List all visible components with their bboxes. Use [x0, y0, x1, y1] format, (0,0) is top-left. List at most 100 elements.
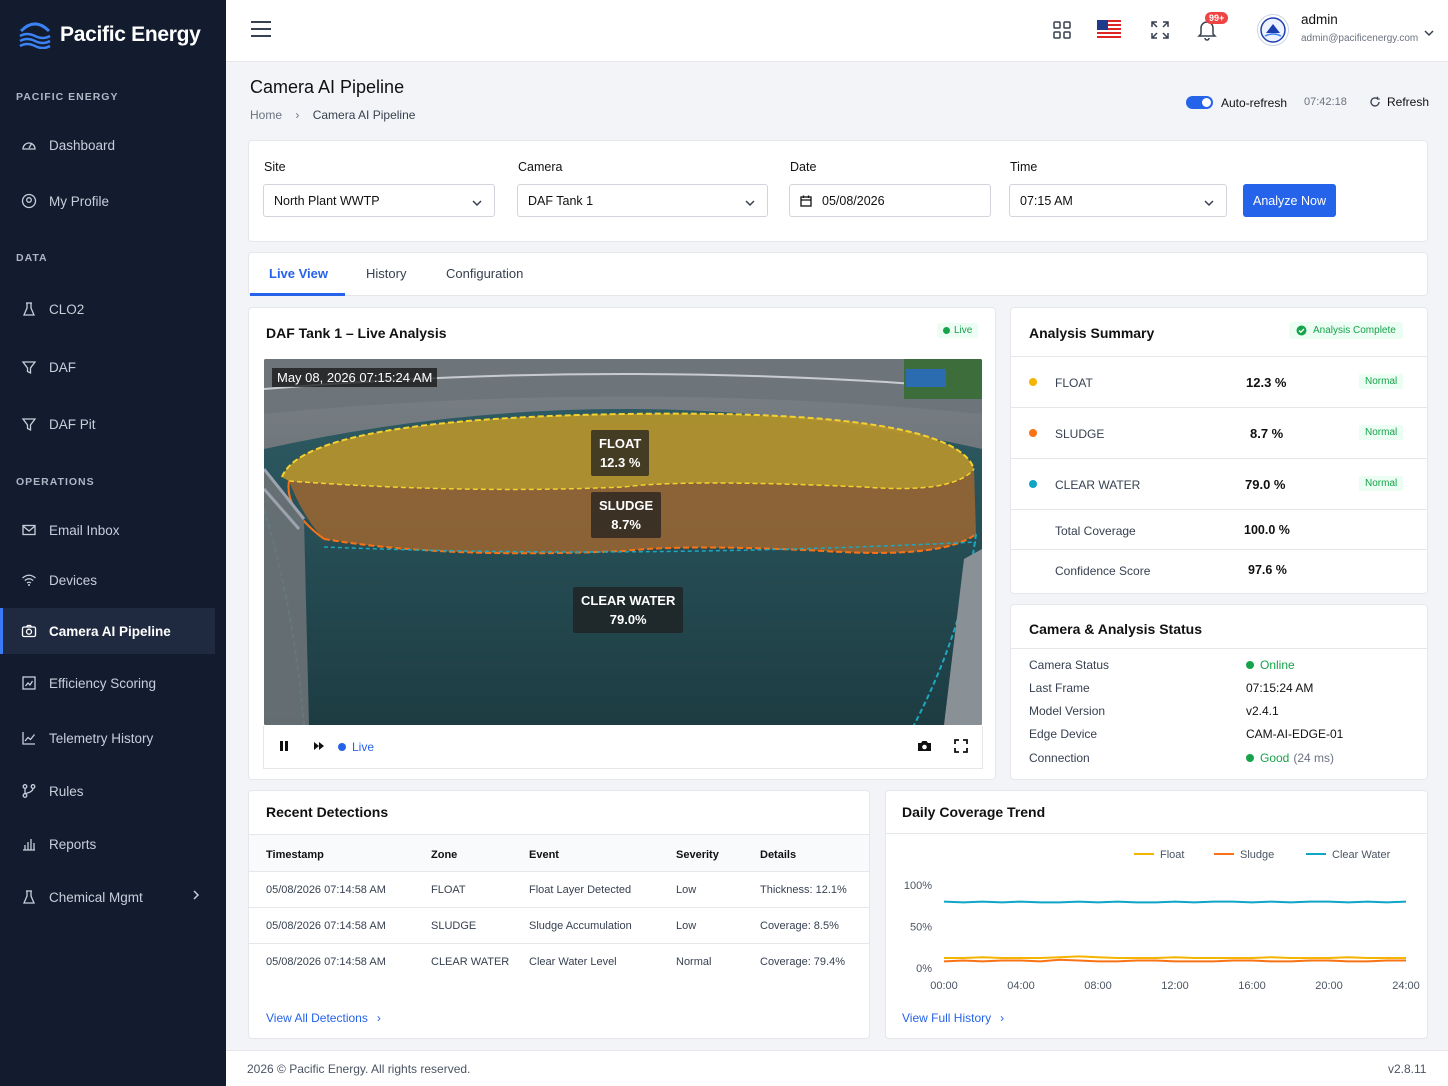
auto-refresh-label: Auto-refresh: [1221, 96, 1288, 110]
refresh-button[interactable]: Refresh: [1369, 95, 1429, 109]
camera-value: DAF Tank 1: [528, 193, 594, 208]
status-label: Model Version: [1029, 704, 1106, 718]
analyze-now-button[interactable]: Analyze Now: [1243, 184, 1336, 217]
sidebar-item-label: Email Inbox: [49, 522, 120, 538]
cell-severity: Normal: [676, 956, 712, 968]
connection-status: Good (24 ms): [1246, 751, 1334, 765]
sidebar-item-label: My Profile: [49, 193, 110, 209]
latency-value: (24 ms): [1293, 751, 1335, 765]
active-tab-indicator: [250, 293, 345, 296]
camera-status-title: Camera & Analysis Status: [1029, 621, 1202, 637]
site-select[interactable]: North Plant WWTP: [263, 184, 495, 217]
camera-feed[interactable]: [264, 359, 982, 725]
sidebar-item-telemetry-history[interactable]: Telemetry History: [0, 715, 215, 761]
float-dot-icon: [1029, 378, 1037, 386]
fullscreen-icon[interactable]: [1150, 20, 1170, 43]
x-tick-label: 04:00: [1007, 980, 1035, 992]
sidebar-item-reports[interactable]: Reports: [0, 821, 215, 867]
total-coverage-value: 100.0 %: [1244, 523, 1290, 537]
sidebar-item-efficiency-scoring[interactable]: Efficiency Scoring: [0, 660, 215, 706]
column-header: Severity: [676, 849, 719, 861]
zone-name: FLOAT: [599, 436, 642, 451]
sidebar-item-label: Chemical Mgmt: [49, 889, 143, 905]
avatar[interactable]: [1257, 14, 1289, 46]
fast-forward-icon[interactable]: [312, 739, 326, 756]
y-tick-label: 0%: [916, 963, 932, 975]
tab-configuration[interactable]: Configuration: [446, 266, 523, 281]
x-tick-label: 24:00: [1392, 980, 1420, 992]
chevron-down-icon[interactable]: [1424, 26, 1434, 40]
chevron-down-icon: [472, 196, 482, 210]
analysis-status-label: Analysis Complete: [1313, 325, 1396, 336]
sidebar-item-rules[interactable]: Rules: [0, 768, 215, 814]
status-badge: Normal: [1359, 476, 1404, 491]
menu-icon[interactable]: [250, 20, 272, 41]
brand[interactable]: Pacific Energy: [0, 0, 226, 70]
clock-time: 07:42:18: [1304, 96, 1347, 108]
filter-icon: [20, 358, 38, 376]
tab-history[interactable]: History: [366, 266, 406, 281]
wifi-icon: [20, 571, 38, 589]
clear-water-dot-icon: [1029, 480, 1037, 488]
view-full-history-link[interactable]: View Full History ›: [902, 1011, 1004, 1025]
camera-label: Camera: [518, 160, 563, 174]
sidebar-item-daf-pit[interactable]: DAF Pit: [0, 401, 215, 447]
summary-label: FLOAT: [1055, 376, 1093, 390]
expand-icon[interactable]: [954, 739, 968, 756]
date-input[interactable]: 05/08/2026: [789, 184, 991, 217]
tab-live-view[interactable]: Live View: [269, 266, 328, 281]
snapshot-camera-icon[interactable]: [917, 739, 932, 756]
breadcrumb-home[interactable]: Home: [250, 108, 282, 122]
status-label: Connection: [1029, 751, 1090, 765]
flask-icon: [20, 300, 38, 318]
sidebar-item-label: Efficiency Scoring: [49, 675, 157, 691]
coverage-trend-chart: 100% 50% 0% 00:00 04:00 08:00 12:00 16:00 20:00 2…: [904, 849, 1420, 992]
pause-icon[interactable]: [278, 739, 290, 756]
status-badge: Normal: [1359, 374, 1404, 389]
status-value: CAM-AI-EDGE-01: [1246, 727, 1344, 741]
sidebar-item-label: DAF: [49, 359, 76, 375]
zone-label-clear-water: CLEAR WATER 79.0%: [573, 587, 684, 633]
status-label: Camera Status: [1029, 658, 1110, 672]
column-header: Event: [529, 849, 559, 861]
cell-severity: Low: [676, 884, 697, 896]
chevron-down-icon: [1204, 196, 1214, 210]
daily-coverage-trend-title: Daily Coverage Trend: [902, 804, 1046, 820]
date-value: 05/08/2026: [822, 193, 885, 208]
sidebar-item-clo2[interactable]: CLO2: [0, 286, 215, 332]
sidebar-item-my-profile[interactable]: My Profile: [0, 178, 215, 224]
user-name[interactable]: admin: [1301, 12, 1338, 27]
sidebar-item-daf[interactable]: DAF: [0, 344, 215, 390]
sidebar-item-dashboard[interactable]: Dashboard: [0, 122, 215, 168]
camera-select[interactable]: DAF Tank 1: [517, 184, 768, 217]
chevron-right-icon: ›: [376, 1011, 381, 1025]
series-line-float: [944, 955, 1406, 959]
filter-icon: [20, 415, 38, 433]
apps-grid-icon[interactable]: [1052, 20, 1072, 43]
camera-frame-image: [264, 359, 982, 725]
view-all-detections-link[interactable]: View All Detections ›: [266, 1011, 381, 1025]
column-header: Zone: [431, 849, 458, 861]
date-label: Date: [790, 160, 817, 174]
bar-chart-icon: [20, 835, 38, 853]
live-badge-label: Live: [954, 325, 973, 336]
refresh-label: Refresh: [1387, 95, 1430, 109]
sidebar-item-chemical-mgmt[interactable]: Chemical Mgmt: [0, 874, 215, 920]
divider: [1011, 648, 1427, 649]
sidebar-item-camera-ai-pipeline[interactable]: Camera AI Pipeline: [0, 608, 215, 654]
sidebar-item-email-inbox[interactable]: Email Inbox: [0, 507, 215, 553]
us-flag-icon[interactable]: [1097, 20, 1121, 41]
confidence-label: Confidence Score: [1055, 564, 1151, 578]
time-select[interactable]: 07:15 AM: [1009, 184, 1227, 217]
cell-zone: FLOAT: [431, 884, 466, 896]
online-dot-icon: [1246, 661, 1254, 669]
section-operations: OPERATIONS: [16, 476, 95, 488]
breadcrumb-current: Camera AI Pipeline: [312, 108, 416, 122]
chevron-right-icon: [191, 888, 201, 905]
zone-label-float: FLOAT 12.3 %: [591, 430, 650, 476]
calendar-icon: [800, 195, 812, 207]
auto-refresh-toggle[interactable]: [1186, 96, 1213, 109]
user-circle-icon: [20, 192, 38, 210]
good-dot-icon: [1246, 754, 1254, 762]
sidebar-item-devices[interactable]: Devices: [0, 557, 215, 603]
